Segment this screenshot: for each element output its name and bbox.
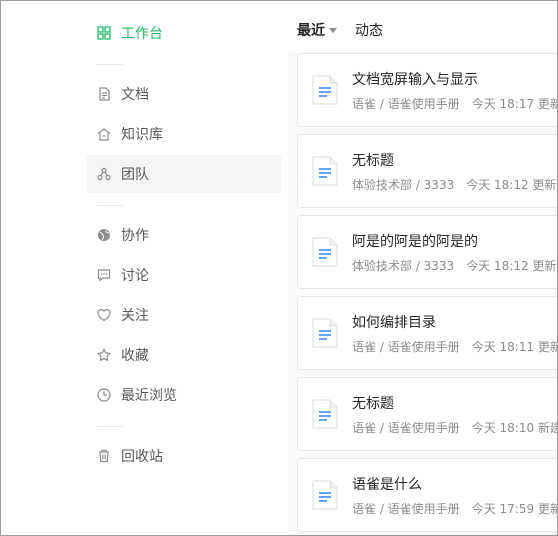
doc-card[interactable]: 语雀是什么 语雀 / 语雀使用手册 今天 17:59 更新 (297, 458, 558, 532)
clock-icon (97, 388, 111, 402)
doc-title[interactable]: 文档宽屏输入与显示 (352, 69, 478, 89)
heart-icon (97, 308, 111, 322)
star-icon (97, 348, 111, 362)
dashboard-icon (97, 26, 111, 40)
sidebar-item-dashboard[interactable]: 工作台 (87, 14, 281, 52)
sidebar-item-label: 收藏 (121, 348, 149, 364)
doc-title[interactable]: 语雀是什么 (352, 474, 422, 494)
document-file-icon (312, 318, 338, 348)
sidebar-item-recently-viewed[interactable]: 最近浏览 (87, 376, 281, 414)
sidebar-item-label: 协作 (121, 228, 149, 244)
doc-card[interactable]: 无标题 体验技术部 / 3333 今天 18:12 更新 (297, 134, 558, 208)
doc-meta: 语雀 / 语雀使用手册 今天 18:11 更新 (352, 338, 558, 355)
doc-meta: 体验技术部 / 3333 今天 18:12 更新 (352, 257, 556, 274)
sidebar-item-label: 回收站 (121, 449, 163, 465)
doc-path[interactable]: 语雀 / 语雀使用手册 (352, 97, 460, 111)
sidebar-divider (97, 426, 123, 427)
sidebar-item-label: 知识库 (121, 127, 163, 143)
doc-time: 今天 18:12 更新 (466, 178, 557, 192)
document-file-icon (312, 480, 338, 510)
sidebar-item-follow[interactable]: 关注 (87, 296, 281, 334)
document-file-icon (312, 237, 338, 267)
tab-label: 动态 (355, 23, 383, 39)
doc-time: 今天 17:59 更新 (471, 502, 558, 516)
sidebar-item-collaboration[interactable]: 协作 (87, 216, 281, 254)
doc-time: 今天 18:10 新建 (471, 421, 558, 435)
tab-recent[interactable]: 最近 (297, 20, 337, 40)
sidebar-divider (97, 205, 123, 206)
tab-activity[interactable]: 动态 (355, 20, 383, 40)
doc-meta: 语雀 / 语雀使用手册 今天 18:17 更新 (352, 95, 558, 112)
doc-card[interactable]: 文档宽屏输入与显示 语雀 / 语雀使用手册 今天 18:17 更新 (297, 53, 558, 127)
doc-title[interactable]: 无标题 (352, 150, 394, 170)
sidebar-item-discussion[interactable]: 讨论 (87, 256, 281, 294)
doc-time: 今天 18:11 更新 (471, 340, 558, 354)
globe-icon (97, 228, 111, 242)
doc-time: 今天 18:17 更新 (471, 97, 558, 111)
doc-time: 今天 18:12 更新 (466, 259, 557, 273)
doc-title[interactable]: 阿是的阿是的阿是的 (352, 231, 478, 251)
sidebar-item-trash[interactable]: 回收站 (87, 437, 281, 475)
sidebar-item-label: 最近浏览 (121, 388, 177, 404)
sidebar-item-favorites[interactable]: 收藏 (87, 336, 281, 374)
sidebar-divider (97, 64, 123, 65)
doc-path[interactable]: 语雀 / 语雀使用手册 (352, 340, 460, 354)
doc-path[interactable]: 语雀 / 语雀使用手册 (352, 421, 460, 435)
doc-meta: 体验技术部 / 3333 今天 18:12 更新 (352, 176, 556, 193)
document-icon (97, 87, 111, 101)
tab-bar: 最近 动态 (288, 0, 558, 52)
sidebar-item-label: 关注 (121, 308, 149, 324)
doc-path[interactable]: 体验技术部 / 3333 (352, 178, 454, 192)
sidebar-item-label: 文档 (121, 87, 149, 103)
document-file-icon (312, 399, 338, 429)
document-file-icon (312, 156, 338, 186)
doc-meta: 语雀 / 语雀使用手册 今天 18:10 新建 (352, 419, 558, 436)
sidebar-item-label: 团队 (121, 167, 149, 183)
team-icon (97, 167, 111, 181)
book-house-icon (97, 127, 111, 141)
trash-icon (97, 449, 111, 463)
sidebar-item-label: 工作台 (121, 26, 163, 42)
sidebar-item-team[interactable]: 团队 (87, 155, 281, 193)
sidebar-item-knowledge-base[interactable]: 知识库 (87, 115, 281, 153)
sidebar-item-label: 讨论 (121, 268, 149, 284)
doc-meta: 语雀 / 语雀使用手册 今天 17:59 更新 (352, 500, 558, 517)
doc-path[interactable]: 语雀 / 语雀使用手册 (352, 502, 460, 516)
doc-title[interactable]: 如何编排目录 (352, 312, 436, 332)
sidebar: 工作台 文档 知识库 团队 协作 讨论 关注 收藏 最近浏览 回收站 (0, 0, 288, 536)
caret-down-icon (329, 27, 337, 33)
chat-icon (97, 268, 111, 282)
document-file-icon (312, 75, 338, 105)
doc-path[interactable]: 体验技术部 / 3333 (352, 259, 454, 273)
tab-label: 最近 (297, 23, 325, 39)
sidebar-item-docs[interactable]: 文档 (87, 75, 281, 113)
doc-card[interactable]: 阿是的阿是的阿是的 体验技术部 / 3333 今天 18:12 更新 (297, 215, 558, 289)
doc-card[interactable]: 无标题 语雀 / 语雀使用手册 今天 18:10 新建 (297, 377, 558, 451)
doc-title[interactable]: 无标题 (352, 393, 394, 413)
doc-card[interactable]: 如何编排目录 语雀 / 语雀使用手册 今天 18:11 更新 (297, 296, 558, 370)
